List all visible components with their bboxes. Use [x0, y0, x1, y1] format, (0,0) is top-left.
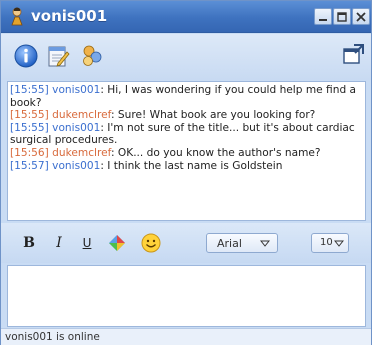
message-input[interactable]: [7, 265, 366, 327]
italic-button[interactable]: I: [51, 233, 67, 253]
window-title: vonis001: [31, 7, 108, 25]
chevron-down-icon: [333, 238, 345, 251]
font-size-select[interactable]: 10: [311, 233, 349, 253]
message-username: dukemclref: [52, 109, 111, 122]
maximize-button[interactable]: [333, 8, 351, 25]
toolbar: [1, 34, 371, 80]
chat-message: [15:55] vonis001: I'm not sure of the ti…: [10, 121, 355, 147]
emoticon-icon[interactable]: [140, 233, 162, 253]
underline-button[interactable]: U: [79, 233, 95, 253]
format-toolbar: B I U Arial 10: [1, 223, 371, 263]
chat-message: [15:55] vonis001: Hi, I was wondering if…: [10, 84, 357, 109]
message-username: vonis001: [52, 159, 101, 172]
chat-message: [15:56] dukemclref: OK... do you know th…: [10, 146, 321, 159]
close-icon: [356, 11, 366, 22]
person-icon: [9, 7, 27, 27]
font-family-select[interactable]: Arial: [206, 233, 278, 253]
message-timestamp: [15:55]: [10, 109, 49, 122]
status-text: vonis001 is online: [5, 331, 100, 343]
chat-message: [15:57] vonis001: I think the last name …: [10, 159, 283, 172]
message-timestamp: [15:56]: [10, 146, 49, 159]
message-username: dukemclref: [52, 146, 111, 159]
message-timestamp: [15:55]: [10, 84, 49, 96]
chat-window: vonis001 [15:55] vonis001: Hi, I was won…: [0, 0, 372, 345]
title-bar[interactable]: vonis001: [1, 1, 371, 33]
message-username: vonis001: [52, 84, 101, 96]
chat-message: [15:55] dukemclref: Sure! What book are …: [10, 109, 316, 122]
info-icon[interactable]: [13, 43, 39, 69]
bold-button[interactable]: B: [21, 233, 37, 253]
popout-icon[interactable]: [342, 42, 368, 68]
people-icon[interactable]: [79, 43, 105, 69]
message-text: OK... do you know the author's name?: [117, 146, 321, 159]
message-username: vonis001: [52, 121, 101, 134]
status-bar: vonis001 is online: [1, 328, 371, 345]
message-timestamp: [15:57]: [10, 159, 49, 172]
message-text: Sure! What book are you looking for?: [117, 109, 316, 122]
chevron-down-icon: [259, 238, 271, 251]
font-family-value: Arial: [217, 237, 242, 250]
font-size-value: 10: [320, 237, 333, 248]
minimize-icon: [318, 12, 328, 22]
message-timestamp: [15:55]: [10, 121, 49, 134]
chat-log[interactable]: [15:55] vonis001: Hi, I was wondering if…: [7, 81, 366, 221]
maximize-icon: [337, 11, 347, 22]
notepad-icon[interactable]: [45, 43, 71, 69]
message-text: I think the last name is Goldstein: [107, 159, 283, 172]
minimize-button[interactable]: [314, 8, 332, 25]
close-button[interactable]: [352, 8, 370, 25]
text-color-icon[interactable]: [107, 233, 127, 253]
